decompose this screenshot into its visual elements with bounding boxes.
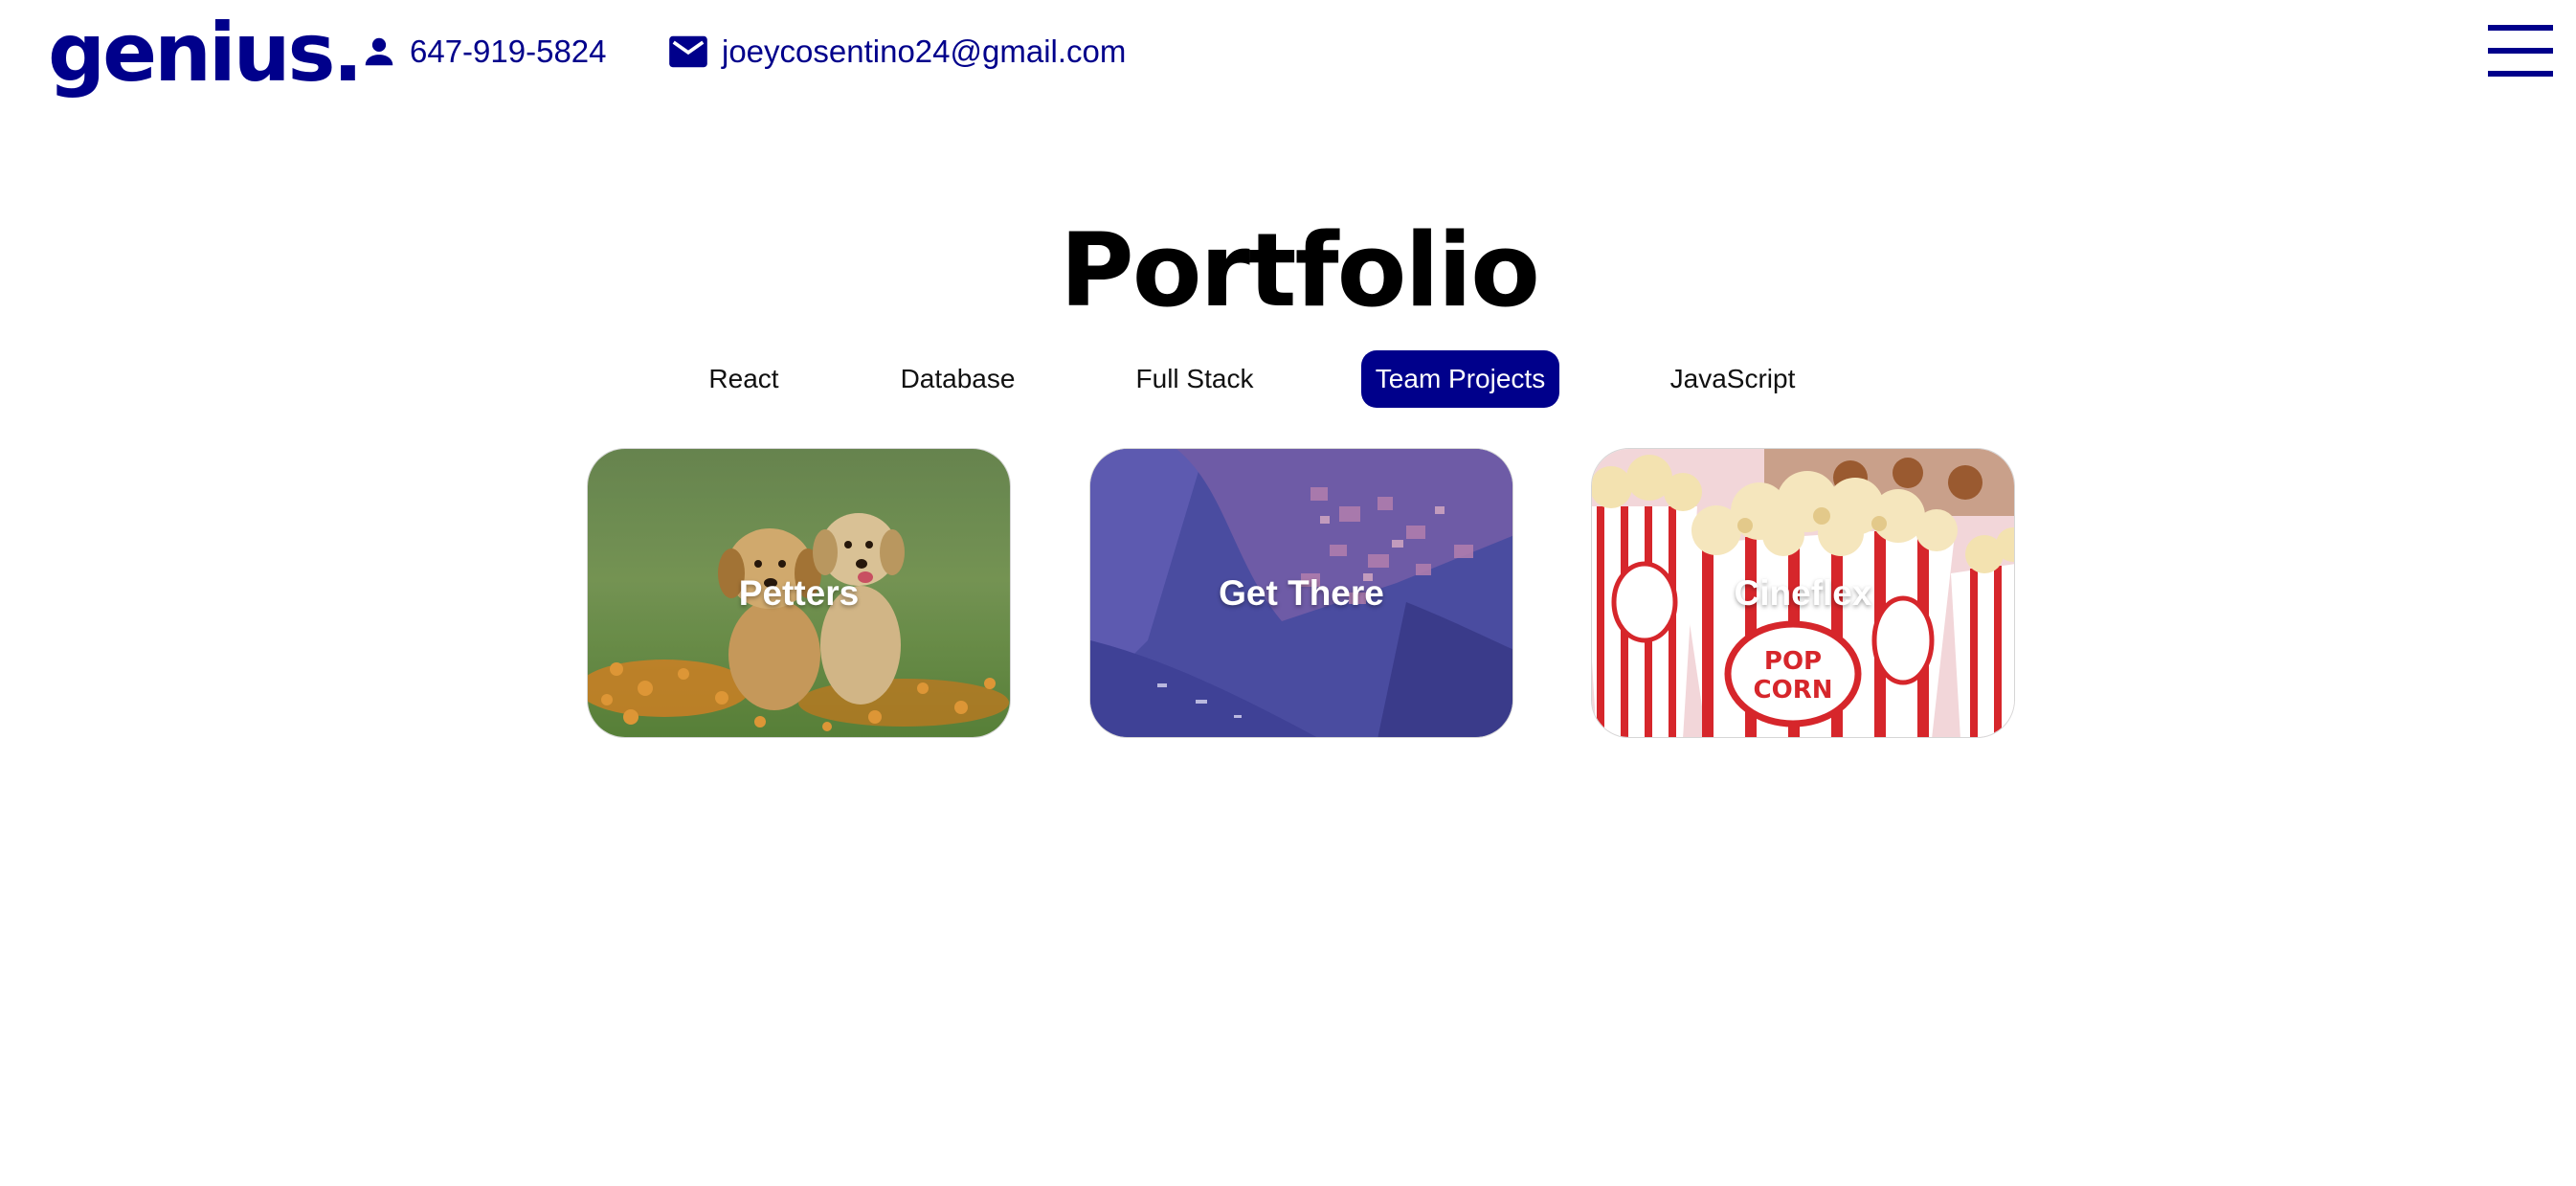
page: genius. 647-919-5824 joeycosentino24@gma… <box>0 0 2576 1186</box>
tab-database[interactable]: Database <box>888 350 1027 408</box>
hamburger-menu-icon[interactable] <box>2488 23 2553 78</box>
tab-react[interactable]: React <box>691 350 796 408</box>
tab-full-stack[interactable]: Full Stack <box>1122 350 1267 408</box>
project-card-get-there[interactable]: Get There <box>1089 448 1513 738</box>
person-icon <box>365 37 393 66</box>
tab-javascript[interactable]: JavaScript <box>1655 350 1810 408</box>
email-contact[interactable]: joeycosentino24@gmail.com <box>667 28 1126 76</box>
menu-bar <box>2488 48 2553 54</box>
project-title: Petters <box>738 572 860 613</box>
phone-number: 647-919-5824 <box>410 34 607 69</box>
menu-bar <box>2488 25 2553 31</box>
project-card-cineflex[interactable]: POP CORN Cineflex <box>1591 448 2015 738</box>
page-title: Portfolio <box>1060 212 1540 329</box>
tab-team-projects[interactable]: Team Projects <box>1361 350 1559 408</box>
menu-bar <box>2488 71 2553 77</box>
project-card-petters[interactable]: Petters <box>587 448 1011 738</box>
logo[interactable]: genius. <box>48 6 363 100</box>
project-title: Cineflex <box>1734 572 1872 613</box>
project-title: Get There <box>1219 572 1384 613</box>
phone-contact[interactable]: 647-919-5824 <box>361 28 607 76</box>
email-address: joeycosentino24@gmail.com <box>722 34 1127 69</box>
mail-icon <box>669 35 707 68</box>
